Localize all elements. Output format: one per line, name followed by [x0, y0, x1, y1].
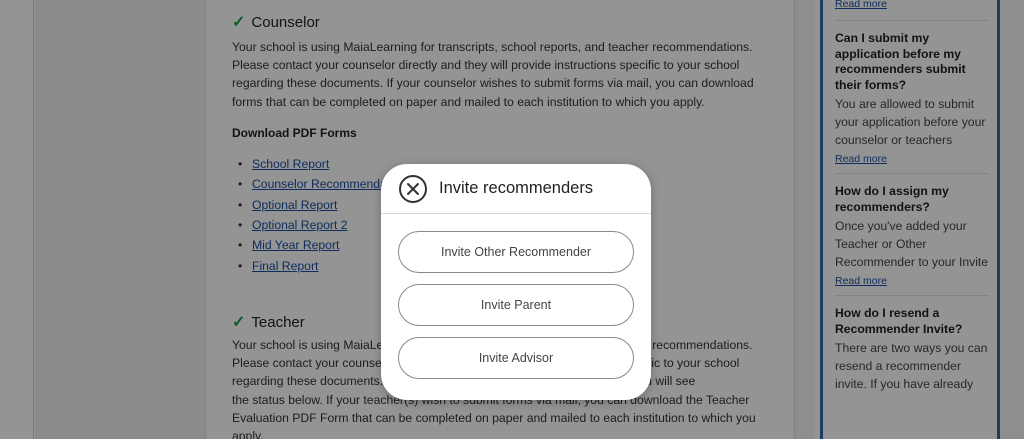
- modal-title: Invite recommenders: [439, 179, 594, 197]
- close-circle-icon[interactable]: [399, 174, 427, 203]
- close-icon: [407, 182, 419, 195]
- modal-header: Invite recommenders: [381, 164, 651, 214]
- invite-recommenders-modal: Invite recommenders Invite Other Recomme…: [381, 164, 651, 400]
- invite-parent-button[interactable]: Invite Parent: [398, 284, 634, 326]
- modal-body: Invite Other Recommender Invite Parent I…: [381, 214, 651, 379]
- invite-advisor-button[interactable]: Invite Advisor: [398, 337, 634, 379]
- invite-other-recommender-button[interactable]: Invite Other Recommender: [398, 231, 634, 273]
